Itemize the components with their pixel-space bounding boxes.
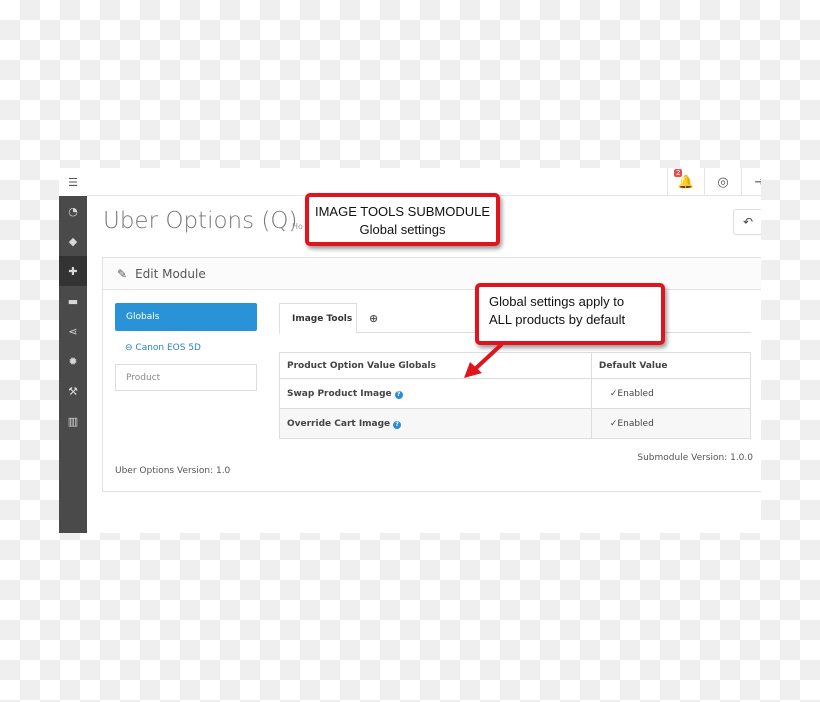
globals-table: Product Option Value Globals Default Valu…: [279, 352, 752, 439]
breadcrumb[interactable]: Ho: [292, 222, 303, 231]
add-tab-icon[interactable]: ⊕: [369, 303, 378, 334]
sidebar-item-sales[interactable]: ▬: [59, 286, 87, 316]
callout-line: IMAGE TOOLS SUBMODULE: [314, 204, 491, 219]
canon-label: Canon EOS 5D: [135, 343, 201, 353]
lifebuoy-icon: ◎: [717, 174, 729, 190]
callout-line: ALL products by default: [489, 312, 626, 327]
callout-line: Global settings: [359, 222, 446, 237]
dashboard-icon: ◔: [68, 204, 78, 218]
column-header: Default Value: [590, 352, 752, 379]
canon-eos-link[interactable]: ⊖ Canon EOS 5D: [125, 343, 201, 353]
cart-icon: ▬: [67, 294, 79, 308]
callout-submodule: IMAGE TOOLS SUBMODULE Global settings: [305, 193, 500, 246]
enabled-checkbox[interactable]: ✓Enabled: [590, 378, 752, 409]
enabled-checkbox[interactable]: ✓Enabled: [590, 408, 752, 439]
share-icon: ⋖: [68, 324, 78, 338]
globals-button[interactable]: Globals: [115, 303, 257, 331]
help-icon[interactable]: ?: [393, 420, 402, 429]
arrow-icon: [464, 342, 504, 378]
page-title: Uber Options (Q): [103, 208, 298, 234]
reply-icon: ↶: [742, 215, 754, 229]
column-header: Product Option Value Globals: [279, 352, 592, 379]
row-label: Swap Product Image: [287, 388, 392, 399]
product-input[interactable]: Product: [115, 364, 257, 391]
top-bar: 2 🔔 ◎ ⇥: [87, 168, 761, 196]
menu-toggle-icon[interactable]: ☰: [59, 168, 87, 196]
minus-circle-icon: ⊖: [125, 343, 136, 353]
sidebar-item-catalog[interactable]: ◆: [59, 226, 87, 256]
sidebar-item-tools[interactable]: ⚒: [59, 376, 87, 406]
checkbox-label: Enabled: [617, 418, 654, 429]
help-icon[interactable]: ?: [394, 390, 403, 399]
tab-image-tools[interactable]: Image Tools: [279, 303, 357, 334]
sidebar: ◔ ◆ ✚ ▬ ⋖ ✹ ⚒ ▥: [59, 196, 87, 533]
sidebar-item-system[interactable]: ✹: [59, 346, 87, 376]
table-row: Override Cart Image? ✓Enabled: [279, 408, 752, 439]
sidebar-item-extensions[interactable]: ✚: [59, 256, 87, 286]
module-version: Uber Options Version: 1.0: [115, 466, 231, 476]
logout-button[interactable]: ⇥: [741, 168, 761, 196]
sidebar-item-reports[interactable]: ▥: [59, 406, 87, 436]
back-button[interactable]: ↶: [733, 209, 761, 235]
puzzle-icon: ✚: [68, 264, 78, 278]
callout-line: Global settings apply to: [489, 294, 625, 309]
bar-chart-icon: ▥: [67, 414, 79, 428]
sidebar-item-marketing[interactable]: ⋖: [59, 316, 87, 346]
panel-title: Edit Module: [135, 266, 206, 281]
checkbox-label: Enabled: [617, 388, 654, 399]
help-button[interactable]: ◎: [704, 168, 741, 196]
logout-icon: ⇥: [754, 174, 761, 190]
notification-badge: 2: [674, 169, 683, 177]
tag-icon: ◆: [68, 234, 78, 248]
callout-global-settings: Global settings apply to ALL products by …: [475, 283, 665, 345]
pencil-icon: ✎: [117, 266, 128, 281]
wrench-icon: ⚒: [68, 384, 78, 398]
row-label: Override Cart Image: [287, 418, 391, 429]
notifications-button[interactable]: 2 🔔: [667, 168, 704, 196]
sidebar-item-dashboard[interactable]: ◔: [59, 196, 87, 226]
table-row: Swap Product Image? ✓Enabled: [279, 378, 752, 409]
gear-icon: ✹: [68, 354, 78, 368]
submodule-version: Submodule Version: 1.0.0: [637, 453, 753, 463]
